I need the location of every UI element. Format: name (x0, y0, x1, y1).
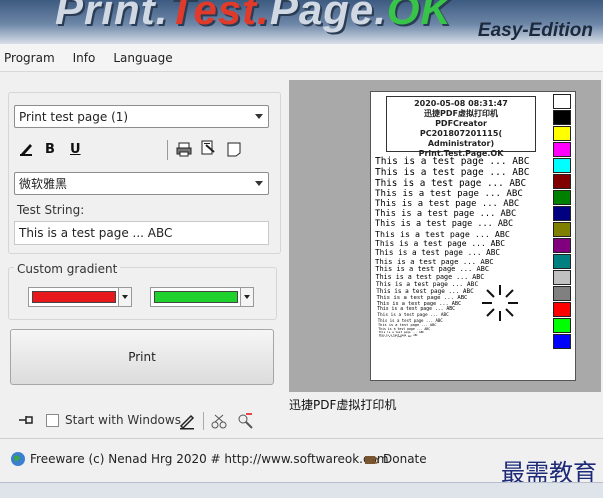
app-banner: Print.Test.Page.OK Easy-Edition (0, 0, 603, 44)
bottom-divider (203, 412, 204, 430)
preview-test-line: This is a test page ... ABC (375, 238, 506, 248)
preview-test-line: This is a test page ... ABC (377, 307, 456, 313)
color-swatch (553, 318, 571, 333)
menu-bar: Program Info Language (0, 44, 603, 72)
preview-test-line: This is a test page ... ABC (376, 294, 468, 301)
start-with-windows-checkbox[interactable] (46, 414, 59, 427)
color-swatch (553, 238, 571, 253)
print-button[interactable]: Print (10, 329, 274, 385)
page-select[interactable]: Print test page (1) (14, 105, 269, 128)
test-string-value: This is a test page ... ABC (19, 226, 173, 240)
bold-button[interactable]: B (45, 142, 55, 157)
color-swatch (553, 206, 571, 221)
color-swatch (553, 110, 571, 125)
page-select-value: Print test page (1) (19, 109, 129, 124)
color-swatch (553, 142, 571, 157)
color-swatch (553, 222, 571, 237)
color-swatch (553, 334, 571, 349)
color-swatch (553, 126, 571, 141)
preview-test-line: This is a test page ... ABC (375, 219, 514, 230)
coffee-cup-icon[interactable] (363, 451, 379, 467)
color-test-strip (553, 94, 571, 350)
blank-page-icon[interactable] (226, 141, 242, 157)
color-swatch (553, 174, 571, 189)
sunburst-icon (482, 285, 518, 321)
preview-test-line: This is a test page ... ABC (375, 229, 510, 240)
font-select[interactable]: 微软雅黑 (14, 172, 269, 195)
preview-page: 2020-05-08 08:31:47 迅捷PDF虚拟打印机 PDFCreato… (370, 91, 576, 381)
gradient-color2-swatch (154, 291, 238, 303)
chevron-down-icon (255, 181, 263, 186)
underline-button[interactable]: U (70, 142, 81, 157)
gradient-color2-picker[interactable] (150, 287, 254, 307)
preview-test-line: This is a test page ... ABC (375, 265, 490, 274)
gradient-color1-swatch (32, 291, 116, 303)
preview-test-line: This is a test page ... ABC (375, 209, 517, 220)
menu-info[interactable]: Info (73, 51, 96, 65)
color-swatch (553, 190, 571, 205)
toolbar-divider (167, 140, 168, 160)
preview-test-line: This is a test page ... ABC (375, 188, 523, 199)
page-setup-icon[interactable] (200, 140, 216, 156)
pin-icon[interactable] (18, 413, 36, 427)
printer-name-label: 迅捷PDF虚拟打印机 (289, 398, 397, 412)
test-string-label: Test String: (17, 203, 85, 217)
zoom-tool-icon[interactable] (236, 412, 254, 430)
menu-language[interactable]: Language (113, 51, 172, 65)
preview-test-line: This is a test page ... ABC (375, 280, 479, 288)
bottom-toolbar: Start with Windows (10, 410, 290, 432)
cut-settings-icon[interactable] (210, 412, 228, 430)
color-swatch (553, 270, 571, 285)
preview-test-line: This is a test page ... ABC (375, 247, 500, 257)
print-button-label: Print (128, 350, 156, 364)
preview-header-driver: PDFCreator (435, 119, 487, 128)
color-swatch (553, 286, 571, 301)
chevron-down-icon (240, 288, 253, 306)
edition-label: Easy-Edition (477, 20, 593, 41)
chevron-down-icon (255, 114, 263, 119)
color-swatch (553, 94, 571, 109)
test-string-input[interactable]: This is a test page ... ABC (14, 221, 269, 245)
custom-gradient-label: Custom gradient (14, 262, 121, 276)
globe-icon[interactable] (10, 451, 26, 467)
preview-header-printer: 迅捷PDF虚拟打印机 (424, 109, 498, 118)
preview-header-computer: PC20180720111​5( Administrator) (419, 129, 503, 148)
taskbar-strip (0, 482, 603, 498)
color-swatch (553, 254, 571, 269)
preview-header-box: 2020-05-08 08:31:47 迅捷PDF虚拟打印机 PDFCreato… (386, 96, 536, 158)
preview-test-line: This is a test page ... ABC (375, 156, 530, 167)
printer-tool-icon[interactable] (176, 141, 192, 157)
menu-program[interactable]: Program (4, 51, 55, 65)
edit-pencil-icon[interactable] (178, 412, 196, 430)
preview-header-date: 2020-05-08 08:31:47 (414, 99, 508, 108)
gradient-color1-picker[interactable] (28, 287, 132, 307)
freeware-link[interactable]: Freeware (c) Nenad Hrg 2020 # http://www… (30, 452, 389, 466)
print-preview-area: 2020-05-08 08:31:47 迅捷PDF虚拟打印机 PDFCreato… (289, 80, 601, 392)
preview-test-line: This is a test page ... ABC (379, 336, 412, 339)
italic-pen-icon[interactable] (18, 141, 34, 157)
start-with-windows-label: Start with Windows (65, 413, 181, 427)
preview-test-line: This is a test page ... ABC (375, 177, 527, 189)
preview-test-line: This is a test page ... ABC (375, 166, 530, 178)
color-swatch (553, 302, 571, 317)
app-logo-title: Print.Test.Page.OK (55, 0, 452, 33)
chevron-down-icon (118, 288, 131, 306)
preview-test-line: This is a test page ... ABC (375, 199, 520, 209)
color-swatch (553, 158, 571, 173)
font-select-value: 微软雅黑 (19, 177, 68, 191)
donate-link[interactable]: Donate (383, 452, 427, 466)
